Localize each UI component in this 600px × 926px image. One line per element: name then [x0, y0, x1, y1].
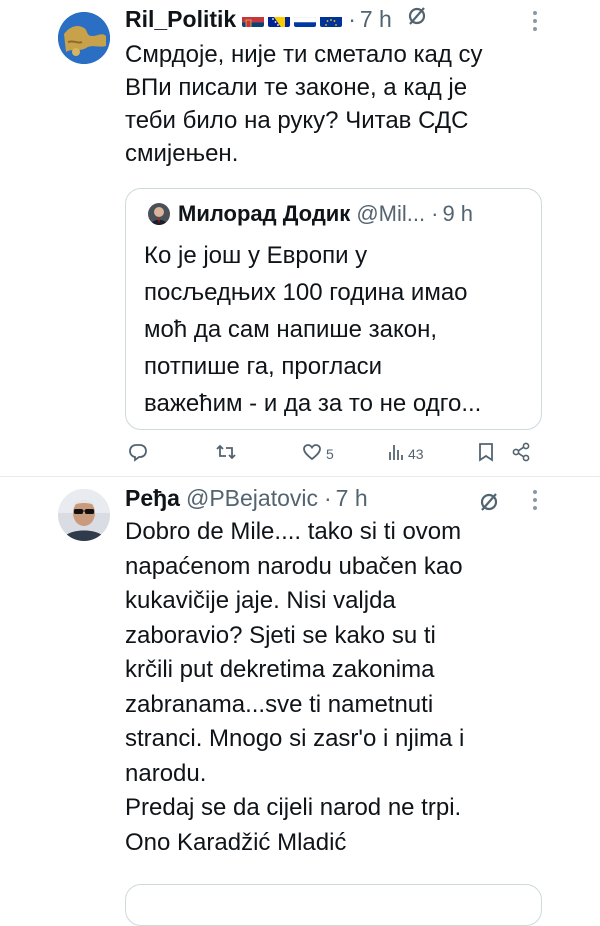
- avatar[interactable]: [58, 489, 110, 541]
- quote-line: важећим - и да за то не одго...: [144, 390, 482, 417]
- more-dots-icon[interactable]: [532, 489, 538, 517]
- bookmark-button[interactable]: [477, 442, 495, 465]
- avatar[interactable]: [58, 12, 110, 64]
- tweet-header: Ril_Politik · 7 h: [125, 5, 428, 33]
- bookmark-icon: [477, 442, 495, 465]
- eu-flag-icon: [320, 11, 343, 27]
- tweet-ril-politik[interactable]: Ril_Politik · 7 h Смрдоје, није ти смета…: [0, 0, 600, 476]
- like-icon: [302, 442, 322, 465]
- repost-button[interactable]: [215, 442, 241, 465]
- quote-line: моћ да сам напише закон,: [144, 316, 438, 343]
- display-name[interactable]: Ril_Politik: [125, 5, 236, 33]
- quote-timestamp[interactable]: 9 h: [442, 201, 473, 227]
- views-button[interactable]: 43: [388, 442, 424, 465]
- repost-icon: [215, 442, 237, 465]
- tweet-pbejatovic[interactable]: Pеђа @PBejatovic · 7 h Dobro de Mile....…: [0, 477, 600, 926]
- tweet-text: Dobro de Mile.... tako si ti ovom napaće…: [125, 518, 465, 856]
- russia-flag-icon: [294, 11, 317, 27]
- handle[interactable]: @PBejatovic: [186, 484, 318, 512]
- timestamp[interactable]: 7 h: [336, 484, 368, 512]
- tweet-header: Pеђа @PBejatovic · 7 h: [125, 484, 368, 512]
- share-button[interactable]: [511, 442, 531, 465]
- quoted-tweet[interactable]: Милорад Додик @Mil... · 9 h Ко је још у …: [125, 188, 542, 430]
- reply-icon: [128, 442, 148, 465]
- grok-icon[interactable]: [406, 5, 428, 33]
- flag-emojis: [242, 11, 343, 27]
- quote-header: Милорад Додик @Mil... · 9 h: [148, 201, 473, 227]
- quote-handle[interactable]: @Mil...: [356, 201, 425, 227]
- share-icon: [511, 442, 531, 465]
- quote-display-name[interactable]: Милорад Додик: [178, 201, 350, 227]
- separator: ·: [348, 6, 356, 32]
- quote-avatar: [148, 203, 170, 225]
- like-count: 5: [326, 445, 334, 462]
- reply-button[interactable]: [128, 442, 152, 465]
- serbia-flag-icon: [242, 11, 265, 27]
- quote-line: потпише га, прогласи: [144, 353, 383, 380]
- quote-text: Ко је још у Европи у посљедњих 100 годин…: [144, 237, 534, 422]
- bosnia-flag-icon: [268, 11, 291, 27]
- like-button[interactable]: 5: [302, 442, 334, 465]
- quote-line: посљедњих 100 година имао: [144, 279, 468, 306]
- separator: ·: [431, 201, 439, 226]
- display-name[interactable]: Pеђа: [125, 484, 180, 512]
- tweet-text: Смрдоје, није ти сметало кад су ВПи писа…: [125, 41, 483, 167]
- timestamp[interactable]: 7 h: [360, 5, 392, 33]
- views-icon: [388, 442, 404, 465]
- quote-line: Ко је још у Европи у: [144, 242, 368, 269]
- separator: ·: [324, 485, 332, 511]
- quoted-tweet[interactable]: [125, 884, 542, 926]
- more-dots-icon[interactable]: [532, 10, 538, 38]
- views-count: 43: [408, 445, 424, 462]
- grok-icon[interactable]: [478, 491, 500, 518]
